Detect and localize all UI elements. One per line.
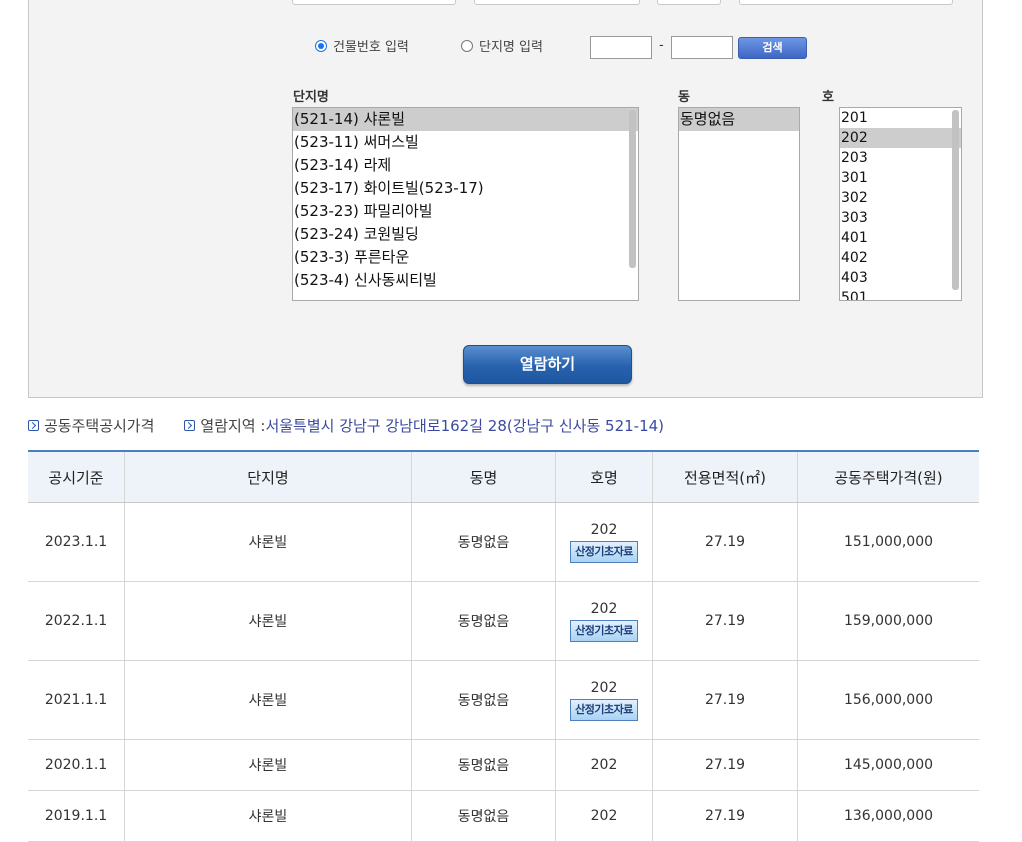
col-header-area: 전용면적(㎡) (652, 451, 798, 503)
ho-number: 202 (590, 679, 618, 696)
ho-listbox[interactable]: 201 202 203 301 302 303 401 402 403 501 (839, 107, 962, 301)
ho-number: 202 (590, 600, 618, 617)
complex-listbox[interactable]: (521-14) 샤론빌 (523-11) 써머스빌 (523-14) 라제 (523… (292, 107, 639, 301)
main-number-input[interactable] (590, 36, 652, 59)
list-option[interactable]: 303 (840, 208, 961, 228)
price-table: 공시기준 단지명 동명 호명 전용면적(㎡) 공동주택가격(원) 2023.1.… (28, 450, 979, 842)
cell-dong: 동명없음 (411, 790, 556, 842)
cell-area: 27.19 (652, 660, 798, 740)
list-option[interactable]: 403 (840, 268, 961, 288)
cell-ho: 202 산정기초자료 (555, 581, 653, 661)
info-bar: 공동주택공시가격 열람지역 : 서울특별시 강남구 강남대로162길 28(강남… (28, 415, 664, 436)
cell-price: 145,000,000 (797, 739, 979, 791)
cell-date: 2022.1.1 (28, 581, 125, 661)
list-option[interactable]: (523-17) 화이트빌(523-17) (293, 177, 638, 200)
col-header-date: 공시기준 (28, 451, 125, 503)
radio-complex-name-label: 단지명 입력 (479, 40, 543, 55)
ho-list-label: 호 (822, 90, 834, 105)
cell-ho: 202 산정기초자료 (555, 660, 653, 740)
sido-select[interactable] (292, 0, 456, 5)
table-row: 2022.1.1 샤론빌 동명없음 202 산정기초자료 27.19 159,000,000 (28, 581, 979, 661)
list-option[interactable]: (523-11) 써머스빌 (293, 131, 638, 154)
region-info: 열람지역 : 서울특별시 강남구 강남대로162길 28(강남구 신사동 521… (184, 415, 664, 436)
col-header-complex: 단지명 (124, 451, 412, 503)
radio-building-number-label: 건물번호 입력 (333, 40, 409, 55)
cell-dong: 동명없음 (411, 502, 556, 582)
list-option[interactable]: 402 (840, 248, 961, 268)
calc-basis-button[interactable]: 산정기초자료 (570, 698, 638, 721)
list-option[interactable]: 401 (840, 228, 961, 248)
sub-number-input[interactable] (671, 36, 733, 59)
table-row: 2023.1.1 샤론빌 동명없음 202 산정기초자료 27.19 151,000,000 (28, 502, 979, 582)
section-title: 공동주택공시가격 (28, 415, 154, 436)
cell-price: 151,000,000 (797, 502, 979, 582)
dong-list-label: 동 (678, 90, 690, 105)
cell-date: 2020.1.1 (28, 739, 125, 791)
ho-number: 202 (590, 521, 618, 538)
cell-dong: 동명없음 (411, 581, 556, 661)
list-option[interactable]: 301 (840, 168, 961, 188)
list-option[interactable]: (523-4) 신사동씨티빌 (293, 269, 638, 292)
cell-complex: 샤론빌 (124, 739, 412, 791)
list-option[interactable]: 202 (840, 128, 961, 148)
cell-ho: 202 (555, 739, 653, 791)
list-option[interactable]: (523-14) 라제 (293, 154, 638, 177)
search-button[interactable]: 검색 (738, 37, 807, 59)
cell-dong: 동명없음 (411, 739, 556, 791)
radio-complex-name[interactable]: 단지명 입력 (461, 36, 543, 55)
table-header-row: 공시기준 단지명 동명 호명 전용면적(㎡) 공동주택가격(원) (28, 451, 979, 503)
cell-price: 136,000,000 (797, 790, 979, 842)
calc-basis-button[interactable]: 산정기초자료 (570, 619, 638, 642)
complex-scrollbar[interactable] (629, 110, 636, 268)
cell-complex: 샤론빌 (124, 660, 412, 740)
table-row: 2019.1.1 샤론빌 동명없음 202 27.19 136,000,000 (28, 790, 979, 842)
cell-complex: 샤론빌 (124, 502, 412, 582)
view-button[interactable]: 열람하기 (463, 345, 632, 384)
list-option[interactable]: (521-14) 샤론빌 (293, 108, 638, 131)
road-select[interactable] (739, 0, 953, 5)
table-row: 2021.1.1 샤론빌 동명없음 202 산정기초자료 27.19 156,000,000 (28, 660, 979, 740)
cell-date: 2019.1.1 (28, 790, 125, 842)
calc-basis-button[interactable]: 산정기초자료 (570, 540, 638, 563)
cell-dong: 동명없음 (411, 660, 556, 740)
list-option[interactable]: 203 (840, 148, 961, 168)
list-option[interactable]: 동명없음 (679, 108, 799, 131)
cell-date: 2023.1.1 (28, 502, 125, 582)
complex-list-label: 단지명 (293, 90, 329, 105)
list-option[interactable]: (523-24) 코원빌딩 (293, 223, 638, 246)
col-header-ho: 호명 (555, 451, 653, 503)
dong-select[interactable] (657, 0, 721, 5)
col-header-dong: 동명 (411, 451, 556, 503)
cell-date: 2021.1.1 (28, 660, 125, 740)
arrow-box-icon (28, 420, 39, 431)
dong-listbox[interactable]: 동명없음 (678, 107, 800, 301)
list-option[interactable]: 201 (840, 108, 961, 128)
cell-area: 27.19 (652, 581, 798, 661)
section-title-text: 공동주택공시가격 (44, 417, 155, 435)
cell-price: 159,000,000 (797, 581, 979, 661)
list-option[interactable]: (523-3) 푸른타운 (293, 246, 638, 269)
cell-ho: 202 (555, 790, 653, 842)
arrow-box-icon (184, 420, 196, 431)
cell-price: 156,000,000 (797, 660, 979, 740)
radio-building-number[interactable]: 건물번호 입력 (315, 36, 409, 55)
radio-selected-icon[interactable] (315, 39, 327, 52)
list-option[interactable]: (523-23) 파밀리아빌 (293, 200, 638, 223)
cell-complex: 샤론빌 (124, 581, 412, 661)
cell-complex: 샤론빌 (124, 790, 412, 842)
table-row: 2020.1.1 샤론빌 동명없음 202 27.19 145,000,000 (28, 739, 979, 791)
list-option[interactable]: 501 (840, 288, 961, 300)
radio-unselected-icon[interactable] (461, 39, 473, 52)
col-header-price: 공동주택가격(원) (797, 451, 979, 503)
region-label: 열람지역 : (200, 417, 266, 435)
cell-area: 27.19 (652, 790, 798, 842)
list-option[interactable]: 302 (840, 188, 961, 208)
cell-area: 27.19 (652, 502, 798, 582)
cell-area: 27.19 (652, 739, 798, 791)
sigungu-select[interactable] (474, 0, 640, 5)
ho-scrollbar[interactable] (952, 110, 959, 290)
dash-separator: - (659, 38, 664, 53)
cell-ho: 202 산정기초자료 (555, 502, 653, 582)
region-address: 서울특별시 강남구 강남대로162길 28(강남구 신사동 521-14) (265, 417, 665, 435)
